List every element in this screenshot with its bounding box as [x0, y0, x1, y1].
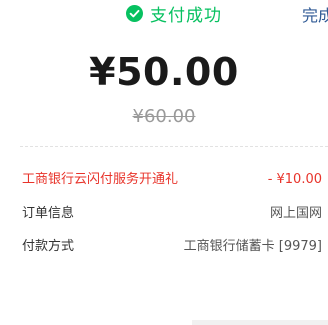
done-button[interactable]: 完成	[302, 2, 328, 26]
payment-method-row: 付款方式 工商银行储蓄卡 [9979]	[22, 237, 322, 257]
discount-value: - ¥10.00	[267, 172, 322, 187]
check-circle-icon	[126, 4, 143, 22]
divider	[20, 146, 328, 147]
payment-method-value: 工商银行储蓄卡 [9979]	[183, 239, 322, 254]
bottom-panel	[192, 320, 328, 325]
order-info-row: 订单信息 网上国网	[22, 204, 322, 224]
order-info-value: 网上国网	[269, 206, 322, 221]
discount-label: 工商银行云闪付服务开通礼	[22, 172, 179, 187]
status-text: 支付成功	[150, 5, 222, 26]
payment-success-screen: 支付成功 完成 ¥50.00 ¥60.00 工商银行云闪付服务开通礼 - ¥10…	[0, 0, 328, 325]
payment-method-label: 付款方式	[22, 239, 75, 254]
header: 支付成功 完成	[0, 0, 328, 28]
original-amount: ¥60.00	[132, 106, 196, 127]
order-info-label: 订单信息	[22, 206, 75, 221]
payment-status: 支付成功	[126, 2, 222, 26]
paid-amount: ¥50.00	[89, 50, 239, 94]
discount-row: 工商银行云闪付服务开通礼 - ¥10.00	[22, 170, 322, 190]
